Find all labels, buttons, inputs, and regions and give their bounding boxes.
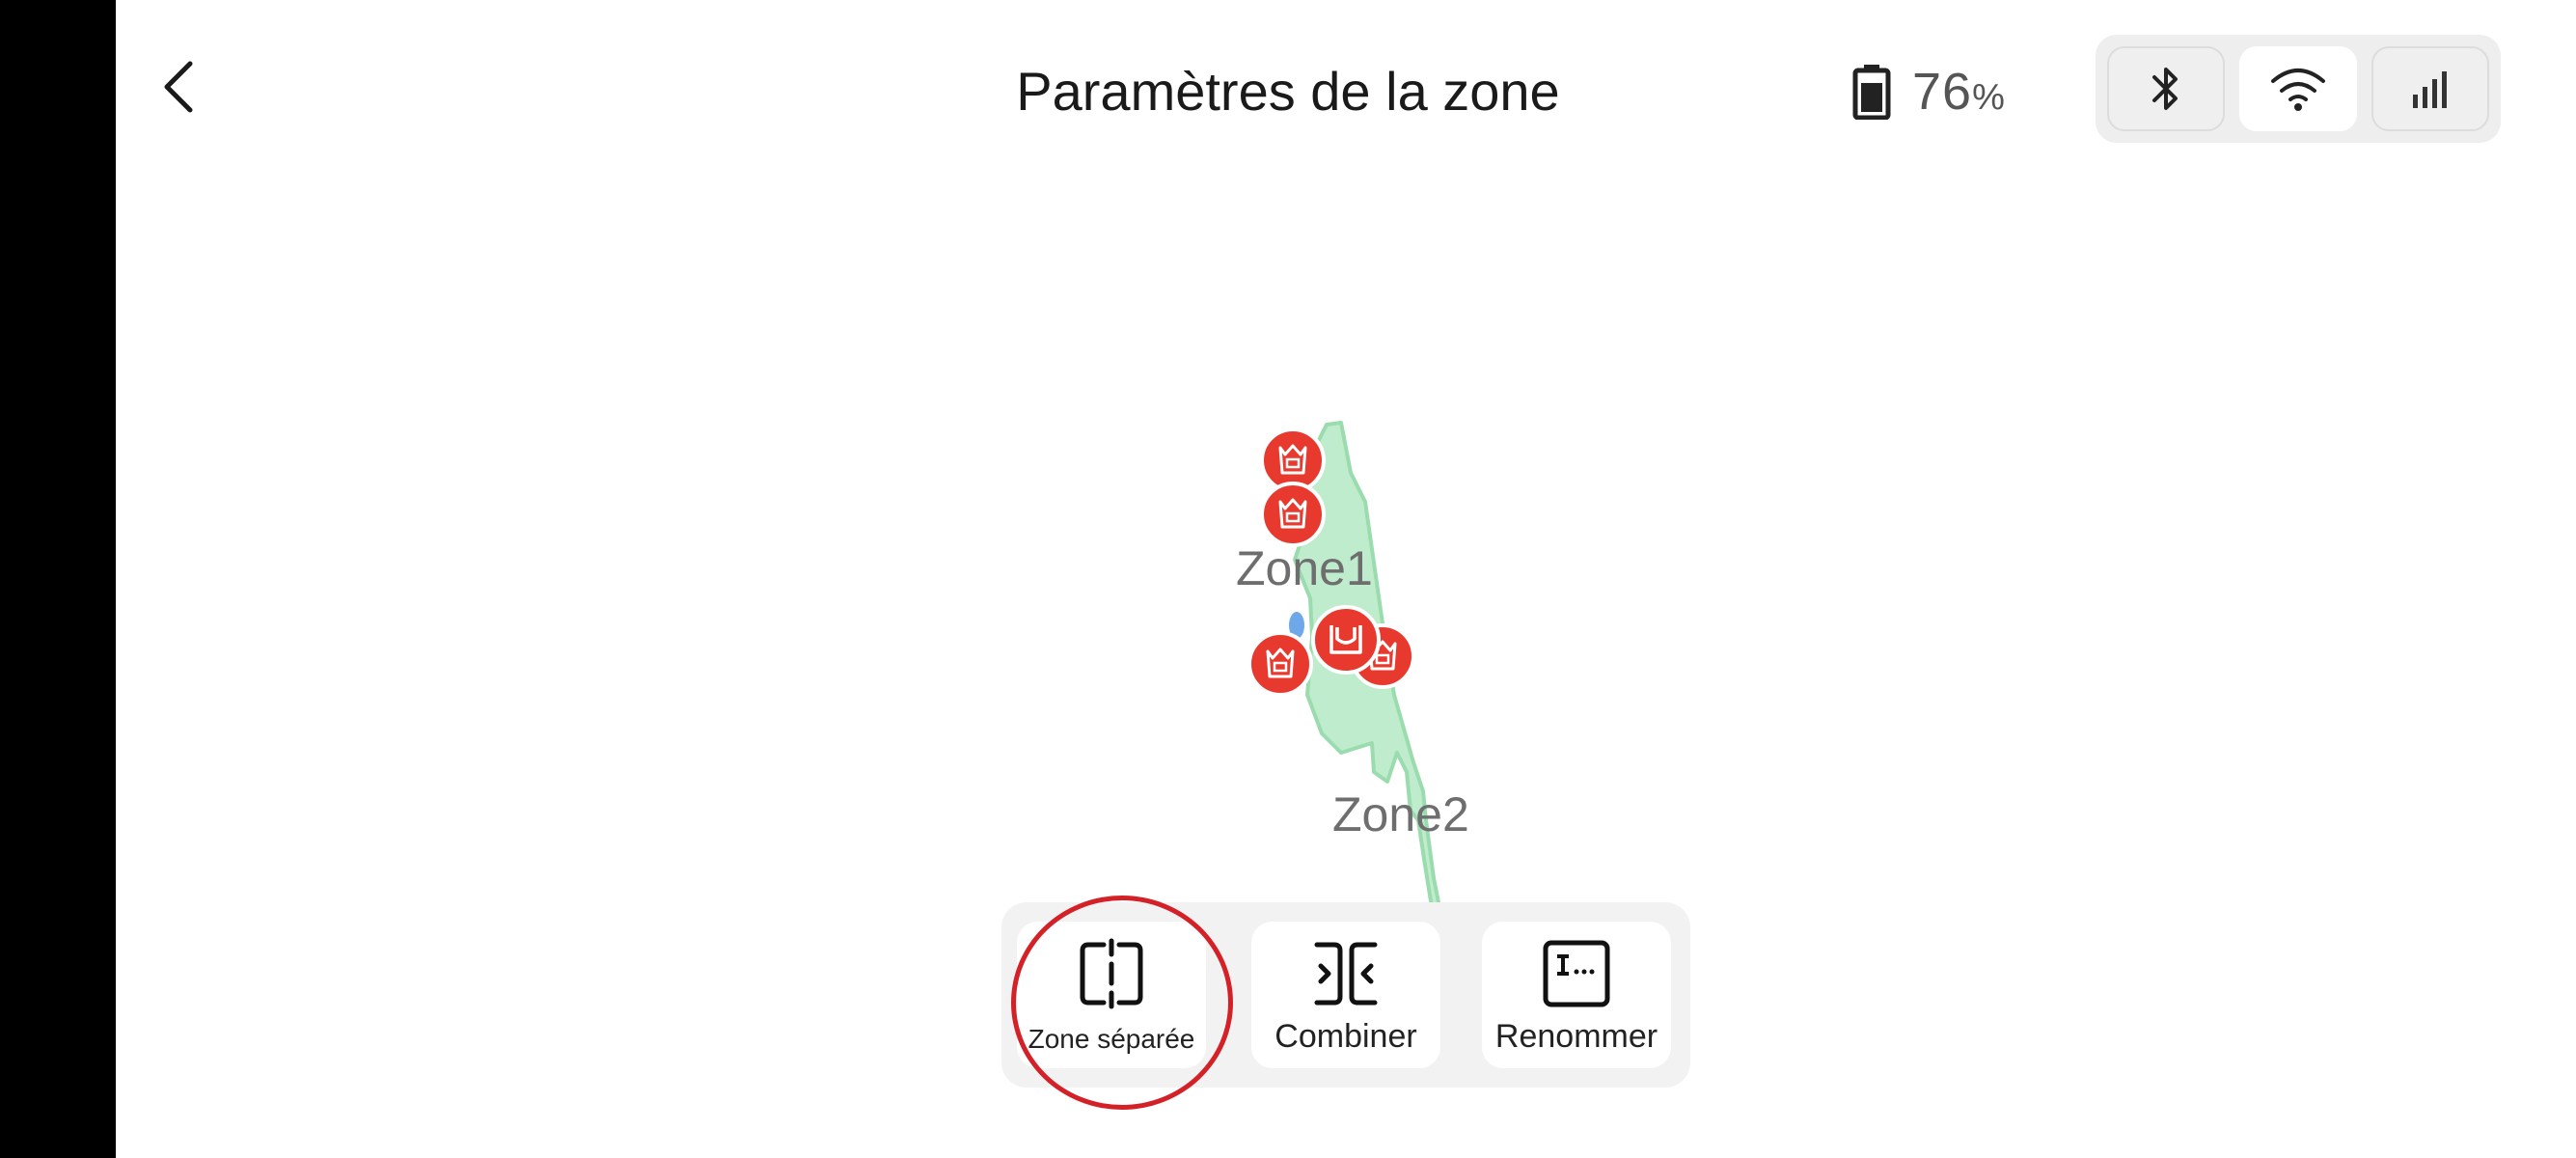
connection-selector <box>2096 35 2501 143</box>
back-button[interactable] <box>145 53 212 121</box>
zone-action-toolbar: Zone séparée Combiner Renommer <box>1001 902 1690 1088</box>
zone-label-2: Zone2 <box>1332 787 1469 841</box>
battery-percentage: 76% <box>1912 63 2006 121</box>
chevron-left-icon <box>164 61 193 113</box>
wifi-icon <box>2271 69 2325 111</box>
zone-map[interactable]: Zone1 Zone2 <box>1196 405 1486 907</box>
rename-zone-button[interactable]: Renommer <box>1482 922 1671 1068</box>
split-zone-icon <box>1080 938 1143 1009</box>
split-zone-label: Zone séparée <box>1028 1024 1195 1054</box>
cellular-button[interactable] <box>2371 46 2489 131</box>
battery-icon <box>1852 65 1891 120</box>
left-black-bar <box>0 0 116 1158</box>
battery-status: 76% <box>1852 56 2006 127</box>
bluetooth-icon <box>2152 68 2178 110</box>
cellular-signal-icon <box>2413 71 2447 108</box>
bluetooth-button[interactable] <box>2107 46 2225 131</box>
obstacle-marker-icon[interactable] <box>1259 481 1327 548</box>
charging-station-marker-icon[interactable] <box>1310 604 1382 676</box>
wifi-button[interactable] <box>2239 46 2357 131</box>
zone-label-1: Zone1 <box>1236 541 1373 595</box>
merge-zone-label: Combiner <box>1274 1018 1417 1055</box>
merge-zone-icon <box>1314 942 1378 1006</box>
obstacle-marker-icon[interactable] <box>1247 630 1314 698</box>
rename-zone-label: Renommer <box>1494 1018 1658 1055</box>
merge-zone-button[interactable]: Combiner <box>1251 922 1440 1068</box>
rename-icon <box>1543 940 1610 1007</box>
split-zone-button[interactable]: Zone séparée <box>1017 922 1206 1068</box>
